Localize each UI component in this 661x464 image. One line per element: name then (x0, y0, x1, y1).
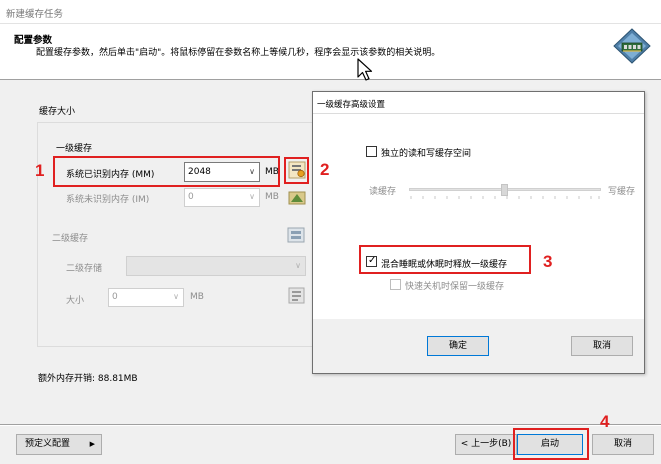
level2-size-unit: MB (190, 292, 204, 302)
extra-memory-overhead: 额外内存开销: 88.81MB (38, 374, 138, 384)
dialog-ok-label: 确定 (448, 341, 467, 351)
cancel-button-label: 取消 (613, 439, 632, 449)
storage-settings-icon[interactable] (287, 226, 305, 244)
dialog-cancel-label: 取消 (592, 341, 611, 351)
dialog-title: 一级缓存高级设置 (317, 100, 386, 110)
back-button[interactable]: < 上一步(B) (455, 434, 517, 455)
mouse-pointer-icon (357, 58, 373, 81)
dialog-cancel-button[interactable]: 取消 (571, 336, 633, 356)
annotation-box-3 (359, 245, 531, 274)
fast-shutdown-label[interactable]: 快速关机时保留一级缓存 (405, 279, 504, 292)
chevron-down-icon[interactable]: ∨ (173, 292, 179, 301)
footer-divider-highlight (0, 425, 661, 426)
memory-chip-app-icon (613, 28, 651, 64)
level1-cache-label: 一级缓存 (56, 144, 93, 154)
annotation-box-2 (284, 157, 309, 184)
dialog-ok-button[interactable]: 确定 (427, 336, 489, 356)
annotation-box-4 (513, 428, 589, 460)
chevron-down-icon[interactable]: ∨ (249, 192, 255, 201)
back-button-label: < 上一步(B) (460, 439, 512, 449)
read-cache-label: 读缓存 (369, 187, 397, 197)
dialog-titlebar: 一级缓存高级设置 (313, 92, 644, 114)
fast-shutdown-checkbox[interactable] (390, 279, 401, 290)
level2-cache-label: 二级缓存 (52, 234, 89, 244)
unrecognized-memory-combobox[interactable]: 0 ∨ (184, 188, 260, 207)
page-title: 配置参数 (14, 35, 53, 46)
cache-size-group-label: 缓存大小 (39, 107, 76, 117)
window-titlebar: 新建缓存任务 (0, 0, 661, 24)
independent-rw-checkbox[interactable] (366, 146, 377, 157)
level2-storage-label: 二级存储 (66, 264, 103, 274)
annotation-number-1: 1 (35, 161, 45, 180)
unrecognized-memory-value: 0 (188, 192, 194, 202)
level2-size-label: 大小 (66, 296, 85, 306)
level2-size-value: 0 (112, 292, 118, 302)
window-title: 新建缓存任务 (6, 9, 64, 20)
unrecognized-memory-unit: MB (265, 192, 279, 202)
annotation-number-4: 4 (600, 412, 610, 431)
cancel-button[interactable]: 取消 (592, 434, 654, 455)
read-write-ratio-slider[interactable] (409, 184, 601, 200)
annotation-number-3: 3 (543, 252, 553, 271)
unrecognized-memory-label: 系统未识别内存 (IM) (66, 195, 150, 205)
independent-rw-label[interactable]: 独立的读和写缓存空间 (381, 146, 471, 159)
level2-storage-combobox[interactable]: ∨ (126, 256, 306, 276)
predefined-config-label: 预定义配置 (25, 439, 71, 449)
dialog-body: 独立的读和写缓存空间 读缓存 写缓存 ✓ 混合睡眠或休眠时释放一级缓存 快速关机… (313, 114, 644, 319)
predefined-config-button[interactable]: 预定义配置 ▶ (16, 434, 102, 455)
slider-thumb[interactable] (501, 184, 508, 196)
settings-icon[interactable] (288, 287, 305, 304)
page-description: 配置缓存参数，然后单击"启动"。将鼠标停留在参数名称上等候几秒，程序会显示该参数… (36, 48, 441, 58)
level1-advanced-dialog: 一级缓存高级设置 独立的读和写缓存空间 读缓存 写缓存 ✓ 混合睡眠或休眠时释放… (312, 91, 645, 374)
annotation-box-1 (53, 156, 280, 187)
chevron-down-icon[interactable]: ∨ (295, 261, 301, 270)
wizard-header: 配置参数 配置缓存参数，然后单击"启动"。将鼠标停留在参数名称上等候几秒，程序会… (0, 24, 661, 80)
level2-size-combobox[interactable]: 0 ∨ (108, 288, 184, 307)
advanced-settings-icon[interactable] (288, 189, 306, 207)
annotation-number-2: 2 (320, 160, 330, 179)
slider-ticks (410, 196, 600, 199)
chevron-right-icon: ▶ (89, 440, 95, 448)
write-cache-label: 写缓存 (608, 187, 636, 197)
